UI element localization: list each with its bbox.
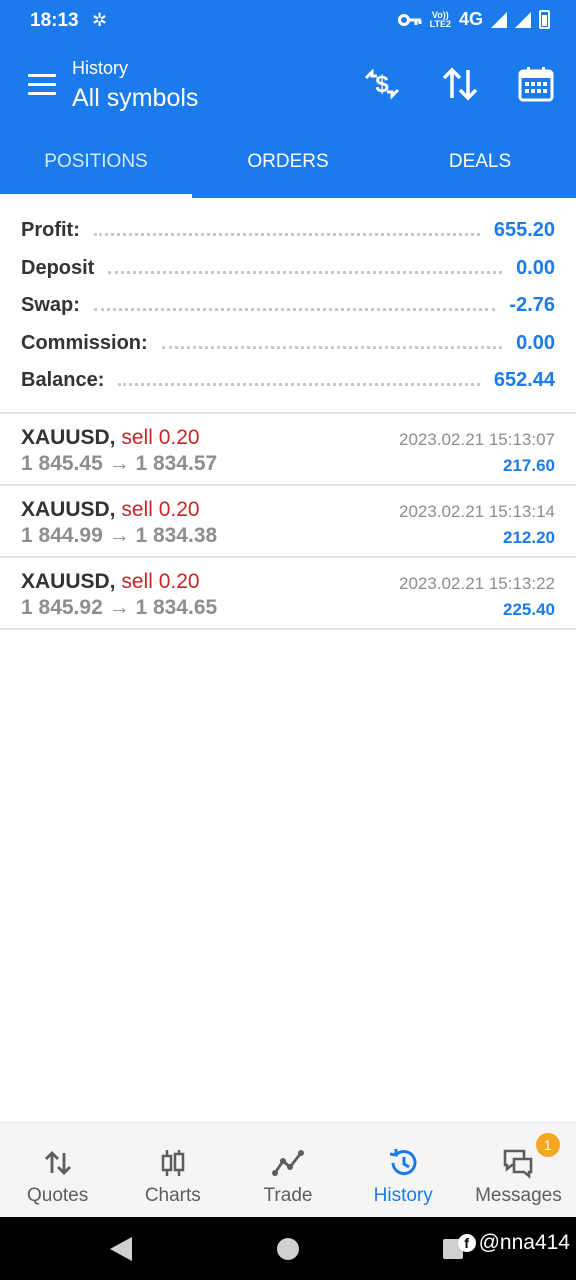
deal-profit: 225.40 <box>503 600 555 619</box>
status-time: 18:13 <box>30 10 79 31</box>
deal-time: 2023.02.21 15:13:22 <box>399 574 555 593</box>
deal-time: 2023.02.21 15:13:07 <box>399 430 555 449</box>
nav-charts[interactable]: Charts <box>115 1123 230 1217</box>
history-tabs: POSITIONS ORDERS DEALS <box>0 126 576 198</box>
nav-messages[interactable]: 1 Messages <box>461 1123 576 1217</box>
deal-profit: 212.20 <box>503 528 555 547</box>
arrow-icon: → <box>108 524 130 547</box>
deal-symbol: XAUUSD, sell 0.20 <box>21 426 200 450</box>
unread-badge: 1 <box>535 1133 560 1157</box>
quotes-icon <box>44 1151 71 1175</box>
summary-value: 0.00 <box>516 256 555 279</box>
summary-row-profit: Profit: 655.20 <box>0 212 576 250</box>
summary-label: Swap: <box>21 294 80 317</box>
volte-bottom: LTE2 <box>429 18 451 29</box>
summary-row-balance: Balance: 652.44 <box>0 362 576 400</box>
list-item[interactable]: XAUUSD, sell 0.20 1 845.45 → 1 834.57 20… <box>0 414 576 486</box>
nav-label: Trade <box>263 1185 313 1206</box>
summary-value: 652.44 <box>493 369 555 392</box>
nav-history[interactable]: History <box>346 1123 461 1217</box>
sort-icon[interactable] <box>440 64 480 104</box>
svg-text:$: $ <box>375 71 389 98</box>
key-icon <box>397 13 422 26</box>
close-price: 1 834.65 <box>135 596 218 619</box>
currency-exchange-icon[interactable]: $ <box>362 64 402 104</box>
menu-icon[interactable] <box>28 74 56 96</box>
arrow-icon: → <box>108 596 130 619</box>
volte-indicator: Vo)) LTE2 <box>429 10 451 29</box>
status-icons: Vo)) LTE2 4G <box>397 9 550 30</box>
symbol-text: XAUUSD, <box>21 570 116 593</box>
leader-dots <box>93 308 496 312</box>
summary-row-swap: Swap: -2.76 <box>0 287 576 325</box>
nav-label: History <box>373 1185 433 1206</box>
trade-icon <box>272 1150 304 1176</box>
close-price: 1 834.57 <box>135 452 218 475</box>
signal-icon <box>491 11 507 28</box>
battery-icon <box>539 10 550 29</box>
list-item[interactable]: XAUUSD, sell 0.20 1 844.99 → 1 834.38 20… <box>0 486 576 558</box>
deal-prices: 1 845.92 → 1 834.65 <box>21 596 217 620</box>
signal-icon-2 <box>515 11 531 28</box>
home-icon[interactable] <box>277 1238 299 1260</box>
nav-label: Quotes <box>26 1185 89 1206</box>
system-nav-bar: f @nna414 <box>0 1217 576 1280</box>
facebook-icon: f <box>457 1234 476 1252</box>
open-price: 1 845.92 <box>21 596 103 619</box>
open-price: 1 844.99 <box>21 524 103 547</box>
deal-symbol: XAUUSD, sell 0.20 <box>21 570 200 594</box>
open-price: 1 845.45 <box>21 452 103 475</box>
deal-time: 2023.02.21 15:13:14 <box>399 502 555 521</box>
charts-icon <box>161 1150 185 1176</box>
app-bar: History All symbols $ <box>0 42 576 126</box>
watermark: f @nna414 <box>457 1231 570 1255</box>
deal-prices: 1 844.99 → 1 834.38 <box>21 524 217 548</box>
symbol-text: XAUUSD, <box>21 426 116 449</box>
summary-value: 655.20 <box>493 219 555 242</box>
tab-deals[interactable]: DEALS <box>384 126 576 198</box>
summary-panel: Profit: 655.20 Deposit 0.00 Swap: -2.76 … <box>0 212 576 400</box>
deal-side: sell 0.20 <box>121 426 200 449</box>
deal-symbol: XAUUSD, sell 0.20 <box>21 498 200 522</box>
positions-list: XAUUSD, sell 0.20 1 845.45 → 1 834.57 20… <box>0 412 576 630</box>
app-subtitle: History <box>72 58 129 78</box>
leader-dots <box>108 270 503 274</box>
history-icon <box>389 1149 417 1176</box>
calendar-icon[interactable] <box>516 64 556 104</box>
deal-profit: 217.60 <box>503 456 555 475</box>
summary-label: Profit: <box>21 219 80 242</box>
summary-row-commission: Commission: 0.00 <box>0 325 576 363</box>
deal-side: sell 0.20 <box>121 498 200 521</box>
network-type: 4G <box>458 9 483 29</box>
leader-dots <box>161 345 503 349</box>
watermark-handle: @nna414 <box>478 1231 570 1254</box>
settings-status-icon: ✲ <box>92 10 108 30</box>
tab-positions[interactable]: POSITIONS <box>0 126 192 198</box>
list-item[interactable]: XAUUSD, sell 0.20 1 845.92 → 1 834.65 20… <box>0 558 576 630</box>
messages-icon <box>504 1149 533 1179</box>
nav-trade[interactable]: Trade <box>230 1123 345 1217</box>
summary-row-deposit: Deposit 0.00 <box>0 250 576 288</box>
arrow-icon: → <box>108 452 130 475</box>
symbol-selector[interactable]: All symbols <box>72 84 198 113</box>
back-icon[interactable] <box>110 1237 132 1261</box>
status-bar: 18:13 ✲ Vo)) LTE2 4G <box>0 0 576 42</box>
summary-label: Balance: <box>21 369 105 392</box>
leader-dots <box>93 233 480 237</box>
close-price: 1 834.38 <box>135 524 218 547</box>
bottom-nav: Quotes Charts Trade History 1 Messages <box>0 1122 576 1217</box>
nav-label: Charts <box>144 1185 201 1206</box>
symbol-text: XAUUSD, <box>21 498 116 521</box>
summary-value: -2.76 <box>509 294 555 317</box>
nav-label: Messages <box>475 1185 562 1206</box>
nav-quotes[interactable]: Quotes <box>0 1123 115 1217</box>
deal-prices: 1 845.45 → 1 834.57 <box>21 452 217 476</box>
summary-label: Commission: <box>21 331 148 354</box>
summary-value: 0.00 <box>516 331 555 354</box>
leader-dots <box>118 383 480 387</box>
deal-side: sell 0.20 <box>121 570 200 593</box>
summary-label: Deposit <box>21 256 95 279</box>
tab-orders[interactable]: ORDERS <box>192 126 384 198</box>
